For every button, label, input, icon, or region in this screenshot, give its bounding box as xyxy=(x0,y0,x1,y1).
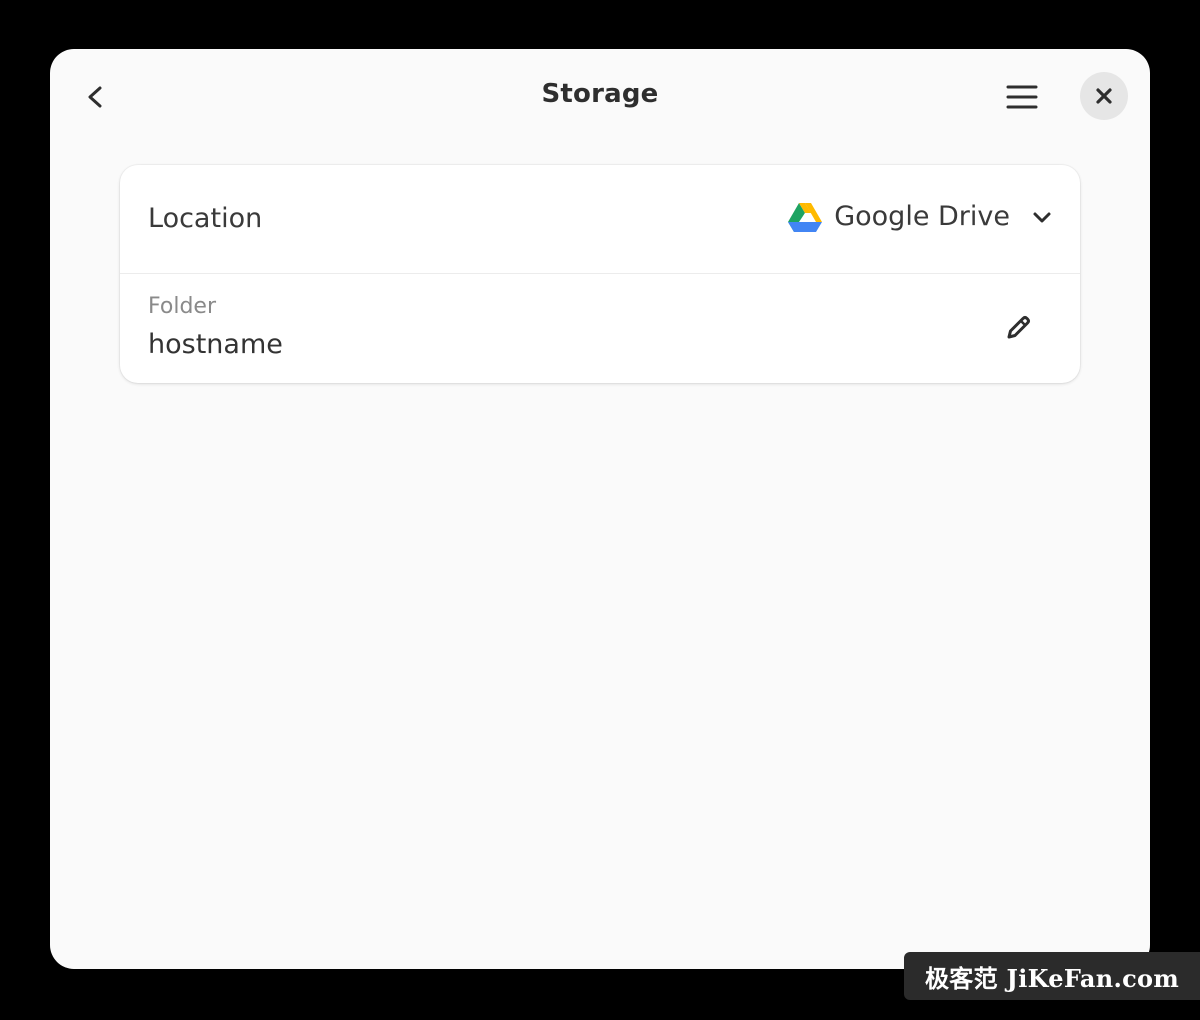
main-menu-button[interactable] xyxy=(998,73,1046,121)
close-button[interactable] xyxy=(1080,72,1128,120)
watermark: 极客范 JiKeFan.com xyxy=(904,952,1200,1000)
location-label: Location xyxy=(148,203,263,234)
page-title: Storage xyxy=(541,79,659,109)
location-row[interactable]: Location Google Drive xyxy=(120,165,1080,274)
folder-row: Folder hostname xyxy=(120,274,1080,383)
storage-window: Storage Location Google Drive Folder hos… xyxy=(50,49,1150,969)
pencil-icon xyxy=(1003,313,1033,343)
header-bar: Storage xyxy=(50,49,1150,143)
location-selected-value: Google Drive xyxy=(834,201,1010,232)
location-dropdown[interactable]: Google Drive xyxy=(788,201,1056,232)
storage-settings-card: Location Google Drive Folder hostname xyxy=(120,165,1080,383)
close-icon xyxy=(1094,86,1114,106)
google-drive-icon xyxy=(788,202,823,232)
folder-value: hostname xyxy=(148,329,283,360)
hamburger-menu-icon xyxy=(1006,83,1038,111)
folder-caption: Folder xyxy=(148,294,216,319)
edit-folder-button[interactable] xyxy=(996,306,1040,350)
chevron-down-icon xyxy=(1028,203,1056,231)
